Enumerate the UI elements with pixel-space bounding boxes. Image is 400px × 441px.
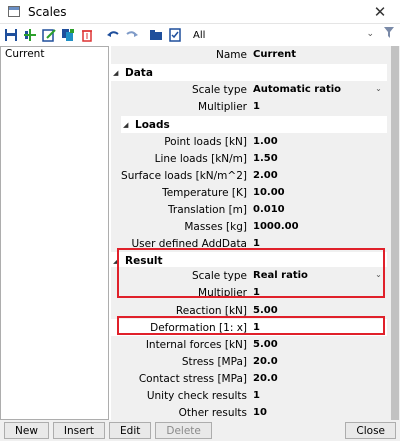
window-title: Scales [28, 4, 67, 19]
property-value[interactable]: 1 [251, 322, 387, 333]
property-value[interactable]: 20.0 [251, 373, 387, 384]
toolbar: All ⌄ [0, 25, 400, 45]
property-value[interactable]: 0.010 [251, 204, 387, 215]
property-value[interactable]: 5.00 [251, 339, 387, 350]
chevron-down-icon[interactable]: ⌄ [366, 29, 374, 39]
property-value[interactable]: 1.50 [251, 153, 387, 164]
property-value[interactable]: 5.00 [251, 305, 387, 316]
property-value[interactable]: 2.00 [251, 170, 387, 181]
property-row[interactable]: Stress [MPa] 20.0 [111, 353, 387, 370]
window-icon [8, 6, 20, 17]
close-window-button[interactable]: ✕ [360, 0, 400, 24]
property-row-result-scale-type[interactable]: Scale type Real ratio ⌄ [111, 267, 387, 284]
property-label: Temperature [K] [162, 186, 247, 199]
property-row[interactable]: Masses [kg] 1000.00 [111, 218, 387, 235]
property-row[interactable]: Contact stress [MPa] 20.0 [111, 370, 387, 387]
property-label: Translation [m] [168, 203, 247, 216]
scale-type-select[interactable]: Real ratio [251, 270, 387, 281]
property-label: Surface loads [kN/m^2] [121, 169, 247, 182]
property-value[interactable]: 20.0 [251, 356, 387, 367]
property-label: Stress [MPa] [181, 355, 247, 368]
scrollbar-thumb[interactable] [391, 46, 399, 420]
property-row-name[interactable]: Name Current [111, 46, 387, 63]
property-label: Deformation [1: x] [150, 321, 247, 334]
chevron-down-icon[interactable]: ⌄ [374, 84, 383, 93]
property-row[interactable]: Line loads [kN/m] 1.50 [111, 150, 387, 167]
section-title: Loads [135, 118, 170, 131]
property-row-deformation[interactable]: Deformation [1: x] 1 [111, 319, 387, 336]
property-value[interactable]: 10.00 [251, 187, 387, 198]
property-label: Scale type [191, 269, 247, 282]
property-row[interactable]: Temperature [K] 10.00 [111, 184, 387, 201]
scales-list[interactable]: Current [0, 46, 109, 420]
delete-button[interactable]: Delete [155, 422, 212, 439]
section-data[interactable]: ◢ Data [111, 64, 387, 81]
delete-icon[interactable] [79, 27, 95, 43]
property-label: Reaction [kN] [175, 304, 247, 317]
property-value[interactable]: Current [251, 49, 387, 60]
property-label: Point loads [kN] [164, 135, 247, 148]
edit-button[interactable]: Edit [109, 422, 152, 439]
property-row[interactable]: Unity check results 1 [111, 387, 387, 404]
checklist-icon[interactable] [167, 27, 183, 43]
property-label: Multiplier [198, 286, 247, 299]
filter-label: All [193, 29, 206, 41]
new-button[interactable]: New [4, 422, 49, 439]
property-row[interactable]: Translation [m] 0.010 [111, 201, 387, 218]
title-bar: Scales ✕ [0, 0, 400, 24]
property-row[interactable]: Point loads [kN] 1.00 [111, 133, 387, 150]
property-label: Other results [178, 406, 247, 419]
property-value[interactable]: 1 [251, 390, 387, 401]
property-label: Masses [kg] [184, 220, 247, 233]
undo-icon[interactable] [105, 27, 121, 43]
property-value[interactable]: 10 [251, 407, 387, 418]
property-label: User defined AddData [131, 237, 247, 250]
button-bar: New Insert Edit Delete Close [0, 420, 400, 441]
property-label: Internal forces [kN] [145, 338, 247, 351]
chevron-down-icon[interactable]: ⌄ [374, 270, 383, 279]
scale-type-select[interactable]: Automatic ratio [251, 84, 387, 95]
insert-button[interactable]: Insert [52, 422, 106, 439]
section-title: Data [125, 66, 153, 79]
property-label: Multiplier [198, 100, 247, 113]
property-label: Line loads [kN/m] [154, 152, 247, 165]
property-row-result-multiplier[interactable]: Multiplier 1 [111, 284, 387, 301]
section-title: Result [125, 254, 163, 267]
copy-icon[interactable] [60, 27, 76, 43]
edit-icon[interactable] [41, 27, 57, 43]
properties-panel: Name Current ◢ Data Scale type Automatic… [111, 46, 400, 421]
property-row[interactable]: Internal forces [kN] 5.00 [111, 336, 387, 353]
section-loads[interactable]: ◢ Loads [121, 116, 387, 133]
property-row[interactable]: Other results 10 [111, 404, 387, 421]
filter-icon[interactable] [384, 27, 394, 41]
property-label: Name [216, 48, 247, 61]
vertical-scrollbar[interactable] [390, 46, 400, 420]
property-row[interactable]: User defined AddData 1 [111, 235, 387, 252]
property-value[interactable]: 1 [251, 101, 387, 112]
property-row[interactable]: Surface loads [kN/m^2] 2.00 [111, 167, 387, 184]
property-row-multiplier[interactable]: Multiplier 1 [111, 98, 387, 115]
close-button[interactable]: Close [345, 422, 396, 439]
collapse-icon[interactable]: ◢ [113, 69, 121, 77]
property-label: Contact stress [MPa] [138, 372, 247, 385]
save-icon[interactable] [3, 27, 19, 43]
collapse-icon[interactable]: ◢ [123, 121, 131, 129]
property-row-scale-type[interactable]: Scale type Automatic ratio ⌄ [111, 81, 387, 98]
add-icon[interactable] [22, 27, 38, 43]
property-value[interactable]: 1000.00 [251, 221, 387, 232]
property-label: Unity check results [146, 389, 247, 402]
property-label: Scale type [191, 83, 247, 96]
property-row[interactable]: Reaction [kN] 5.00 [111, 302, 387, 319]
open-folder-icon[interactable] [148, 27, 164, 43]
list-item[interactable]: Current [1, 47, 108, 61]
property-value[interactable]: 1 [251, 238, 387, 249]
redo-icon[interactable] [124, 27, 140, 43]
property-value[interactable]: 1.00 [251, 136, 387, 147]
collapse-icon[interactable]: ◢ [113, 257, 121, 265]
property-value[interactable]: 1 [251, 287, 387, 298]
